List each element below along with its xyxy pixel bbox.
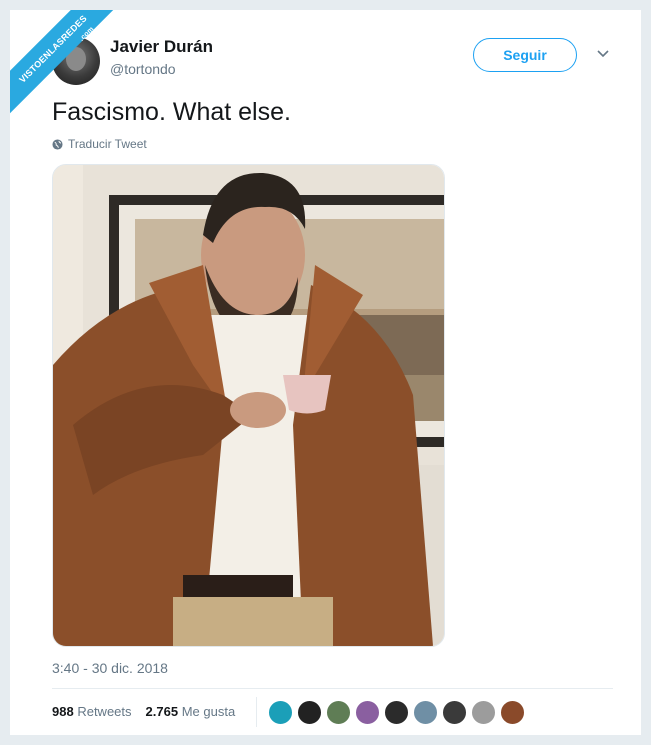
liker-avatar[interactable] bbox=[442, 700, 467, 725]
liker-avatar[interactable] bbox=[355, 700, 380, 725]
follow-button[interactable]: Seguir bbox=[473, 38, 577, 72]
liker-avatars bbox=[268, 700, 525, 725]
translate-label: Traducir Tweet bbox=[68, 137, 147, 151]
tweet-stats: 988 Retweets 2.765 Me gusta bbox=[52, 704, 235, 719]
tweet-timestamp[interactable]: 3:40 - 30 dic. 2018 bbox=[52, 660, 168, 676]
liker-avatar[interactable] bbox=[297, 700, 322, 725]
liker-avatar[interactable] bbox=[471, 700, 496, 725]
globe-icon bbox=[52, 138, 63, 150]
liker-avatar[interactable] bbox=[384, 700, 409, 725]
liker-avatar[interactable] bbox=[268, 700, 293, 725]
liker-avatar[interactable] bbox=[500, 700, 525, 725]
retweets-count: 988 bbox=[52, 704, 74, 719]
retweets-stat[interactable]: 988 Retweets bbox=[52, 704, 132, 719]
tweet-card: VISTOENLASREDES .com Javier Durán @torto… bbox=[10, 10, 641, 737]
author-name[interactable]: Javier Durán bbox=[110, 37, 213, 57]
translate-link[interactable]: Traducir Tweet bbox=[52, 137, 147, 151]
liker-avatar[interactable] bbox=[413, 700, 438, 725]
divider bbox=[52, 736, 613, 737]
chevron-down-icon[interactable] bbox=[595, 48, 611, 60]
retweets-label: Retweets bbox=[77, 704, 132, 719]
likes-stat[interactable]: 2.765 Me gusta bbox=[146, 704, 236, 719]
tweet-photo[interactable] bbox=[52, 164, 445, 647]
liker-avatar[interactable] bbox=[326, 700, 351, 725]
stats-separator bbox=[256, 697, 257, 727]
watermark-ribbon: VISTOENLASREDES .com bbox=[10, 10, 120, 120]
likes-label: Me gusta bbox=[181, 704, 236, 719]
divider bbox=[52, 688, 613, 689]
likes-count: 2.765 bbox=[145, 704, 179, 719]
